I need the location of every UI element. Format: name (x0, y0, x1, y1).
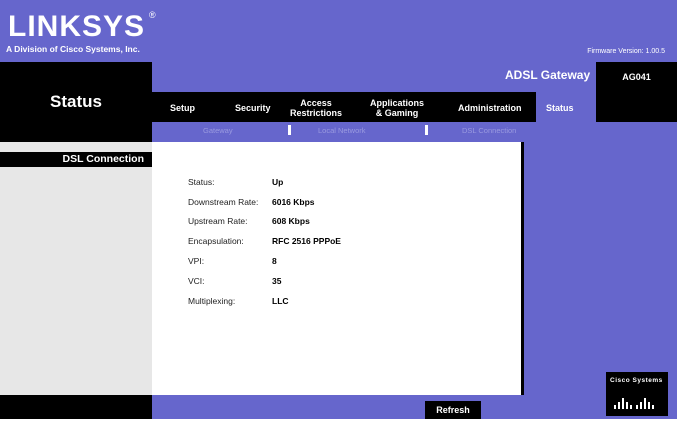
subtab-dsl-connection[interactable]: DSL Connection (462, 126, 516, 135)
multiplexing-label: Multiplexing: (188, 296, 236, 306)
upstream-rate-value: 608 Kbps (272, 216, 310, 226)
tab-status[interactable]: Status (546, 103, 574, 113)
registered-mark: ® (149, 10, 156, 20)
page-title: Status (50, 92, 102, 111)
firmware-version: Firmware Version: 1.00.5 (587, 48, 665, 55)
linksys-logo: LINKSYS (8, 10, 146, 43)
subtab-gateway[interactable]: Gateway (203, 126, 233, 135)
tab-applications-gaming[interactable]: Applications & Gaming (370, 98, 424, 118)
model-number: AG041 (596, 62, 677, 92)
brand-tagline: A Division of Cisco Systems, Inc. (6, 44, 140, 54)
tab-security[interactable]: Security (235, 103, 271, 113)
encapsulation-value: RFC 2516 PPPoE (272, 236, 341, 246)
vpi-label: VPI: (188, 256, 205, 266)
left-footer (0, 395, 152, 419)
vpi-value: 8 (272, 256, 277, 266)
tab-access-restrictions[interactable]: Access Restrictions (290, 98, 342, 118)
upstream-rate-label: Upstream Rate: (188, 216, 248, 226)
footer-bar (152, 395, 677, 419)
right-panel (521, 142, 677, 395)
subtab-separator (425, 125, 428, 135)
downstream-rate-label: Downstream Rate: (188, 197, 259, 207)
content-divider (521, 142, 524, 395)
vci-label: VCI: (188, 276, 205, 286)
subtab-separator (288, 125, 291, 135)
tab-setup[interactable]: Setup (170, 103, 195, 113)
subtab-local-network[interactable]: Local Network (318, 126, 366, 135)
section-label: DSL Connection (0, 152, 152, 167)
cisco-logo-text: Cisco Systems (610, 377, 663, 384)
status-value: Up (272, 177, 284, 187)
left-panel (0, 142, 152, 395)
status-label: Status: (188, 177, 215, 187)
refresh-button[interactable]: Refresh (425, 401, 481, 419)
multiplexing-value: LLC (272, 296, 289, 306)
downstream-rate-value: 6016 Kbps (272, 197, 315, 207)
vci-value: 35 (272, 276, 282, 286)
product-name: ADSL Gateway (505, 68, 591, 82)
encapsulation-label: Encapsulation: (188, 236, 244, 246)
tab-administration[interactable]: Administration (458, 103, 522, 113)
